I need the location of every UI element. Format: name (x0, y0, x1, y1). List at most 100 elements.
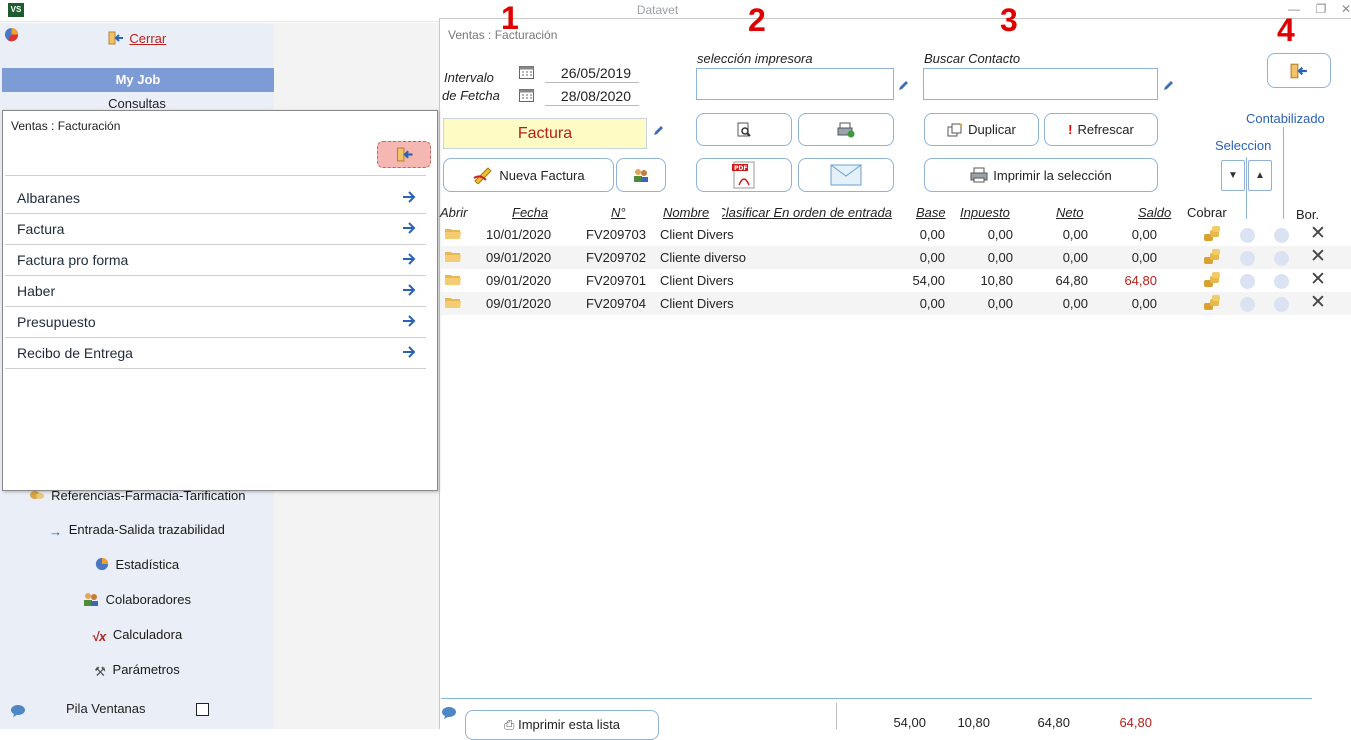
pila-ventanas-label: Pila Ventanas (66, 701, 146, 716)
folder-icon[interactable] (445, 296, 461, 309)
date-to-field[interactable]: 28/08/2020 (545, 88, 639, 106)
contabilizado-toggle[interactable] (1274, 274, 1289, 289)
window-title: Datavet (636, 3, 679, 17)
col-header-saldo[interactable]: Saldo (1138, 205, 1171, 220)
myjob-header[interactable]: My Job (2, 68, 274, 92)
coins-icon[interactable] (1203, 249, 1221, 265)
pdf-button[interactable]: PDF (696, 158, 792, 192)
table-row[interactable]: 10/01/2020 FV209703 Client Divers 0,00 0… (441, 223, 1351, 246)
document-type-field[interactable]: Factura (443, 118, 647, 149)
pdf-icon: PDF (732, 161, 755, 189)
date-from-field[interactable]: 26/05/2019 (545, 65, 639, 83)
coins-icon[interactable] (1203, 272, 1221, 288)
folder-icon[interactable] (445, 227, 461, 240)
cerrar-link[interactable]: Cerrar (129, 31, 166, 46)
pencil-icon[interactable] (1162, 80, 1174, 92)
arrow-right-icon (403, 222, 416, 234)
popup-title: Ventas : Facturación (11, 119, 121, 133)
pencil-icon[interactable] (652, 125, 664, 137)
cell-fecha: 09/01/2020 (486, 273, 552, 288)
total-neto: 64,80 (1037, 715, 1070, 730)
contabilizado-line (1283, 127, 1284, 219)
nav-item-label: Entrada-Salida trazabilidad (68, 522, 225, 537)
restore-icon[interactable]: ❐ (1313, 2, 1329, 16)
seleccion-toggle[interactable] (1240, 274, 1255, 289)
menu-item-factura-pro-forma[interactable]: Factura pro forma (5, 245, 426, 276)
cell-base: 0,00 (919, 227, 945, 242)
pila-ventanas-checkbox[interactable] (196, 703, 209, 716)
nav-item-estadistica[interactable]: Estadística (0, 557, 274, 572)
col-header-fecha[interactable]: Fecha (512, 205, 548, 220)
duplicar-button[interactable]: Duplicar (924, 113, 1039, 146)
imprimir-lista-label: Imprimir esta lista (518, 717, 620, 732)
print-config-button[interactable] (798, 113, 894, 146)
contabilizado-toggle[interactable] (1274, 228, 1289, 243)
col-header-clasificar[interactable]: Clasificar En orden de entrada (722, 205, 892, 220)
nav-item-label: Calculadora (112, 627, 183, 642)
close-icon[interactable]: ✕ (1338, 2, 1351, 16)
seleccion-toggle[interactable] (1240, 297, 1255, 312)
col-header-numero[interactable]: N° (611, 205, 626, 220)
menu-item-label: Recibo de Entrega (17, 345, 133, 361)
menu-item-factura[interactable]: Factura (5, 214, 426, 245)
folder-icon[interactable] (445, 250, 461, 263)
imprimir-lista-button[interactable]: ⎙ Imprimir esta lista (465, 710, 659, 740)
nav-item-parametros[interactable]: ⚒ Parámetros (0, 662, 274, 680)
col-header-nombre[interactable]: Nombre (663, 205, 709, 220)
nav-item-calculadora[interactable]: √x Calculadora (0, 627, 274, 644)
contacts-button[interactable] (616, 158, 666, 192)
folder-icon[interactable] (445, 273, 461, 286)
table-row[interactable]: 09/01/2020 FV209704 Client Divers 0,00 0… (441, 292, 1351, 315)
calendar-icon[interactable] (519, 65, 534, 79)
nueva-factura-button[interactable]: Nueva Factura (443, 158, 614, 192)
select-down-button[interactable]: ▼ (1221, 160, 1245, 191)
table-row[interactable]: 09/01/2020 FV209701 Client Divers 54,00 … (441, 269, 1351, 292)
delete-icon[interactable]: ✕ (1310, 293, 1326, 312)
arrow-right-icon (403, 191, 416, 203)
cell-base: 0,00 (919, 250, 945, 265)
delete-icon[interactable]: ✕ (1310, 247, 1326, 266)
menu-item-albaranes[interactable]: Albaranes (5, 183, 426, 214)
nav-item-trazabilidad[interactable]: → Entrada-Salida trazabilidad (0, 522, 274, 539)
calendar-icon[interactable] (519, 88, 534, 102)
cell-impuesto: 0,00 (987, 250, 1013, 265)
cell-base: 54,00 (912, 273, 945, 288)
table-row[interactable]: 09/01/2020 FV209702 Cliente diverso 0,00… (441, 246, 1351, 269)
nav-item-consultas[interactable]: Consultas (0, 96, 274, 111)
new-invoice-icon (473, 167, 493, 184)
print-preview-icon (737, 122, 751, 137)
seleccion-toggle[interactable] (1240, 251, 1255, 266)
pencil-icon[interactable] (897, 80, 909, 92)
contact-search-field[interactable] (923, 68, 1158, 100)
coins-icon[interactable] (1203, 295, 1221, 311)
popup-exit-button[interactable] (377, 141, 431, 168)
chat-icon[interactable] (441, 706, 457, 719)
triangle-up-icon: ▲ (1255, 170, 1265, 181)
coins-icon[interactable] (1203, 226, 1221, 242)
imprimir-seleccion-button[interactable]: Imprimir la selección (924, 158, 1158, 192)
printer-select-field[interactable] (696, 68, 894, 100)
exit-button[interactable] (1267, 53, 1331, 88)
nav-item-colaboradores[interactable]: Colaboradores (0, 592, 274, 607)
chat-icon[interactable] (10, 704, 26, 717)
delete-icon[interactable]: ✕ (1310, 224, 1326, 243)
total-base: 54,00 (893, 715, 926, 730)
triangle-down-icon: ▼ (1228, 170, 1238, 181)
menu-item-haber[interactable]: Haber (5, 276, 426, 307)
seleccion-toggle[interactable] (1240, 228, 1255, 243)
delete-icon[interactable]: ✕ (1310, 270, 1326, 289)
people-icon (84, 593, 99, 606)
contabilizado-toggle[interactable] (1274, 297, 1289, 312)
select-up-button[interactable]: ▲ (1248, 160, 1272, 191)
preview-button[interactable] (696, 113, 792, 146)
col-header-base[interactable]: Base (916, 205, 946, 220)
menu-item-recibo-entrega[interactable]: Recibo de Entrega (5, 338, 426, 369)
contabilizado-toggle[interactable] (1274, 251, 1289, 266)
col-header-impuesto[interactable]: Inpuesto (960, 205, 1010, 220)
cell-impuesto: 0,00 (987, 296, 1013, 311)
refrescar-button[interactable]: ! Refrescar (1044, 113, 1158, 146)
email-button[interactable] (798, 158, 894, 192)
col-header-neto[interactable]: Neto (1056, 205, 1083, 220)
menu-item-presupuesto[interactable]: Presupuesto (5, 307, 426, 338)
seleccion-label: Seleccion (1215, 138, 1272, 153)
